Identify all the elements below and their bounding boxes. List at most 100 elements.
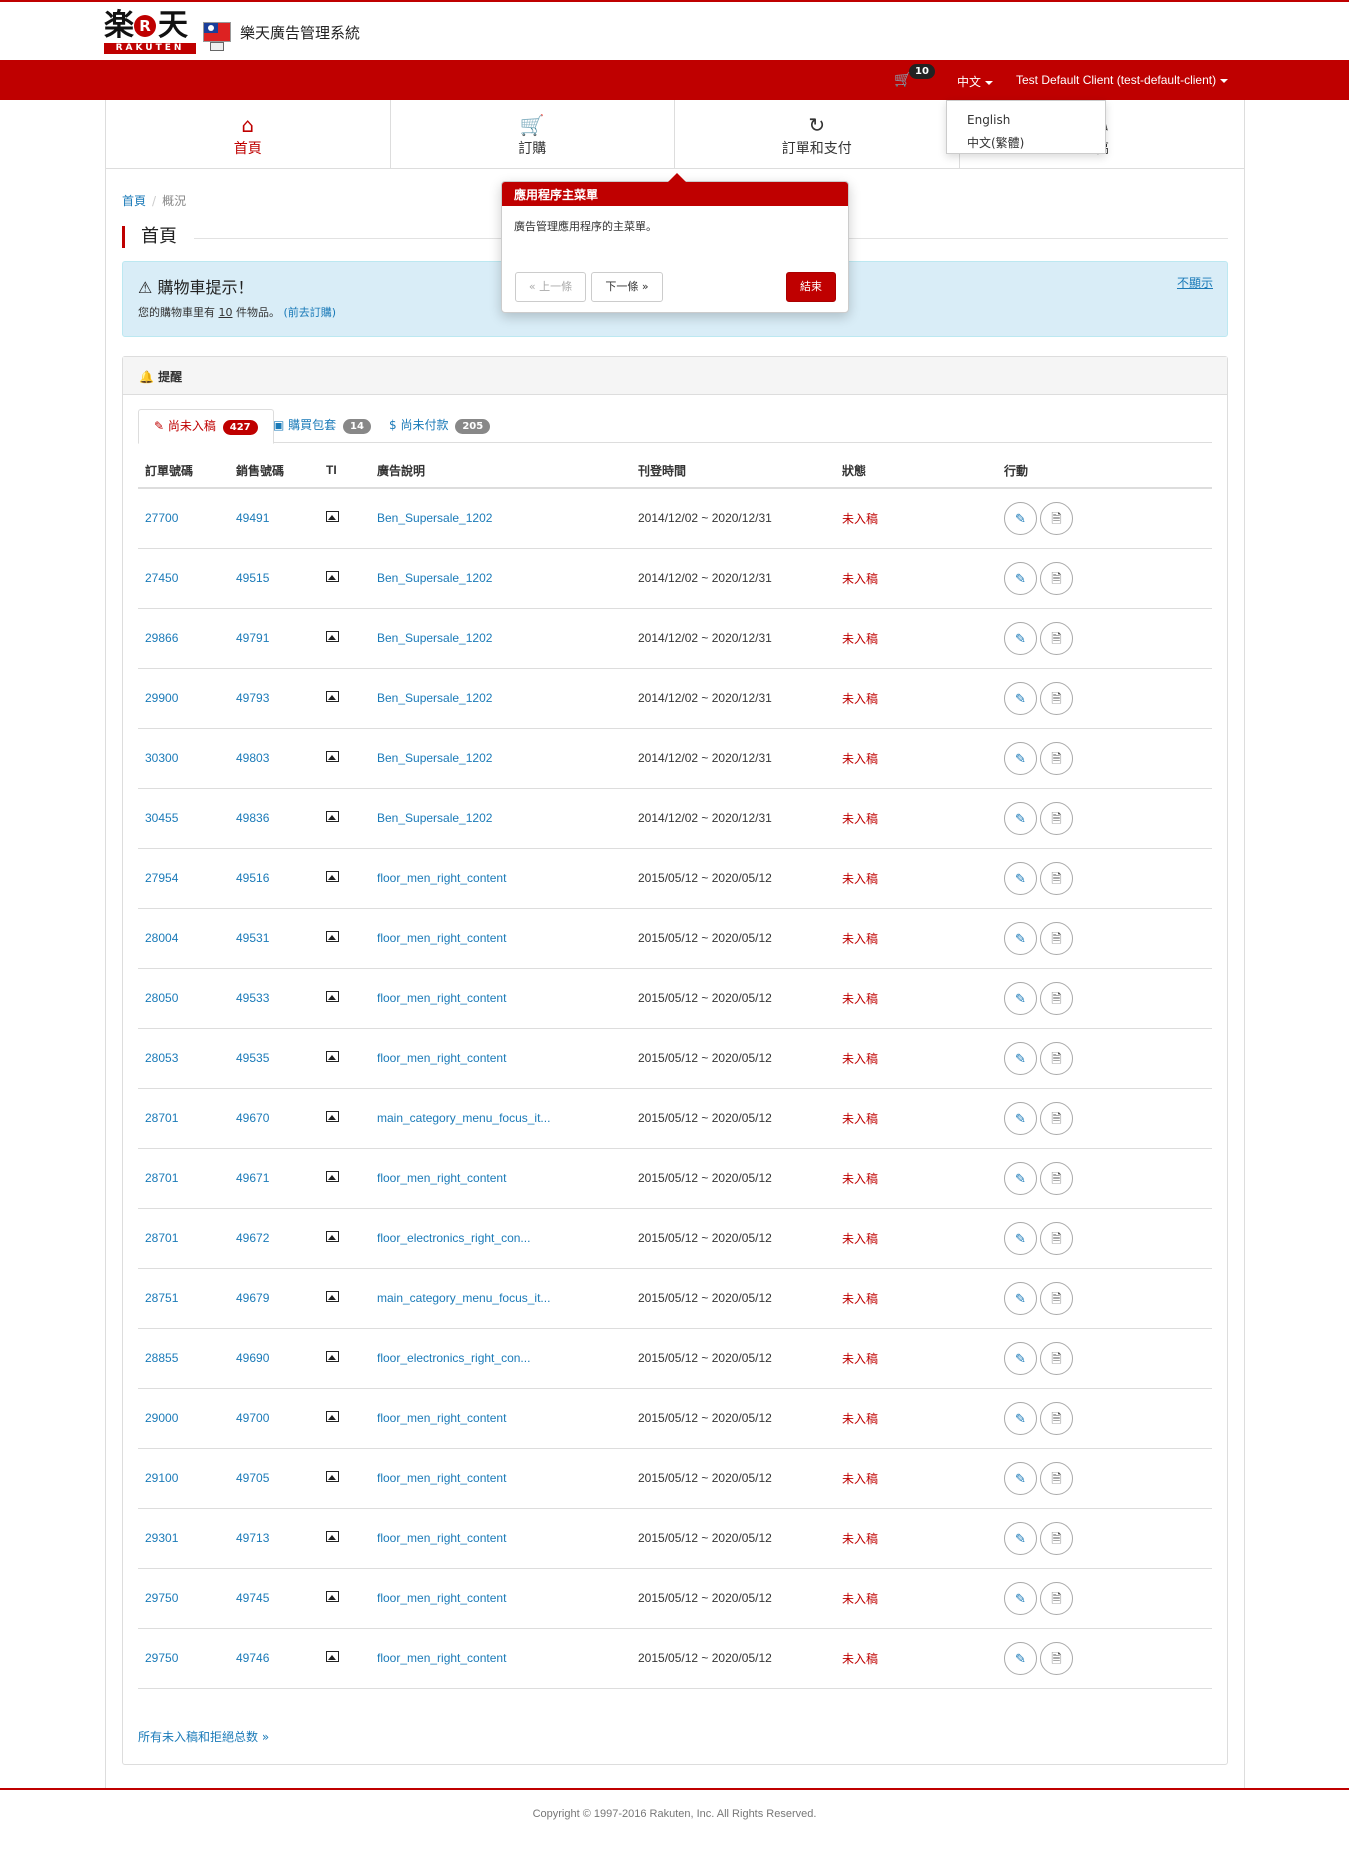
edit-icon[interactable]: ✎ — [1004, 1341, 1037, 1375]
order-number-link[interactable]: 28855 — [145, 1351, 178, 1365]
sales-number-link[interactable]: 49746 — [236, 1651, 269, 1665]
cart-icon[interactable]: 🛒 — [894, 72, 911, 88]
dismiss-alert-link[interactable]: 不顯示 — [1177, 274, 1213, 291]
ad-description-link[interactable]: floor_men_right_content — [377, 931, 506, 945]
edit-icon[interactable]: ✎ — [1004, 561, 1037, 595]
ad-description-link[interactable]: floor_electronics_right_con... — [377, 1231, 530, 1245]
edit-icon[interactable]: ✎ — [1004, 1281, 1037, 1315]
document-icon[interactable]: 🗎 — [1040, 861, 1073, 895]
ad-description-link[interactable]: floor_men_right_content — [377, 1051, 506, 1065]
order-number-link[interactable]: 28050 — [145, 991, 178, 1005]
sales-number-link[interactable]: 49491 — [236, 511, 269, 525]
sales-number-link[interactable]: 49670 — [236, 1111, 269, 1125]
col-period[interactable]: 刊登時間 — [631, 453, 835, 489]
edit-icon[interactable]: ✎ — [1004, 1101, 1037, 1135]
client-dropdown-toggle[interactable]: Test Default Client (test-default-client… — [1016, 73, 1229, 87]
document-icon[interactable]: 🗎 — [1040, 1161, 1073, 1195]
sales-number-link[interactable]: 49793 — [236, 691, 269, 705]
ad-description-link[interactable]: floor_men_right_content — [377, 871, 506, 885]
order-number-link[interactable]: 28701 — [145, 1231, 178, 1245]
sales-number-link[interactable]: 49679 — [236, 1291, 269, 1305]
document-icon[interactable]: 🗎 — [1040, 921, 1073, 955]
document-icon[interactable]: 🗎 — [1040, 1281, 1073, 1315]
sales-number-link[interactable]: 49713 — [236, 1531, 269, 1545]
nav-item-home[interactable]: ⌂ 首頁 — [106, 100, 391, 169]
sales-number-link[interactable]: 49533 — [236, 991, 269, 1005]
edit-icon[interactable]: ✎ — [1004, 1521, 1037, 1555]
ad-description-link[interactable]: Ben_Supersale_1202 — [377, 751, 492, 765]
ad-description-link[interactable]: floor_men_right_content — [377, 1171, 506, 1185]
edit-icon[interactable]: ✎ — [1004, 1461, 1037, 1495]
cart-count-badge[interactable]: 10 — [909, 64, 935, 79]
col-type[interactable]: TI — [319, 453, 370, 489]
order-number-link[interactable]: 29750 — [145, 1591, 178, 1605]
sales-number-link[interactable]: 49705 — [236, 1471, 269, 1485]
sales-number-link[interactable]: 49516 — [236, 871, 269, 885]
ad-description-link[interactable]: Ben_Supersale_1202 — [377, 811, 492, 825]
ad-description-link[interactable]: floor_men_right_content — [377, 1591, 506, 1605]
ad-description-link[interactable]: main_category_menu_focus_it... — [377, 1111, 550, 1125]
sales-number-link[interactable]: 49836 — [236, 811, 269, 825]
sales-number-link[interactable]: 49535 — [236, 1051, 269, 1065]
col-sales-no[interactable]: 銷售號碼 — [229, 453, 319, 489]
document-icon[interactable]: 🗎 — [1040, 1521, 1073, 1555]
order-number-link[interactable]: 29301 — [145, 1531, 178, 1545]
order-number-link[interactable]: 28701 — [145, 1111, 178, 1125]
edit-icon[interactable]: ✎ — [1004, 1161, 1037, 1195]
edit-icon[interactable]: ✎ — [1004, 1581, 1037, 1615]
document-icon[interactable]: 🗎 — [1040, 1041, 1073, 1075]
sales-number-link[interactable]: 49672 — [236, 1231, 269, 1245]
document-icon[interactable]: 🗎 — [1040, 1581, 1073, 1615]
nav-item-order[interactable]: 🛒 訂購 — [391, 100, 675, 169]
document-icon[interactable]: 🗎 — [1040, 681, 1073, 715]
document-icon[interactable]: 🗎 — [1040, 1641, 1073, 1675]
document-icon[interactable]: 🗎 — [1040, 501, 1073, 535]
order-number-link[interactable]: 29866 — [145, 631, 178, 645]
sales-number-link[interactable]: 49803 — [236, 751, 269, 765]
edit-icon[interactable]: ✎ — [1004, 1641, 1037, 1675]
tab-not-submitted[interactable]: ✎ 尚未入稿 427 — [138, 409, 274, 444]
order-number-link[interactable]: 30455 — [145, 811, 178, 825]
edit-icon[interactable]: ✎ — [1004, 1041, 1037, 1075]
document-icon[interactable]: 🗎 — [1040, 1401, 1073, 1435]
order-number-link[interactable]: 28751 — [145, 1291, 178, 1305]
col-status[interactable]: 狀態 — [835, 453, 997, 489]
edit-icon[interactable]: ✎ — [1004, 981, 1037, 1015]
tab-packages[interactable]: ▣ 購買包套 14 — [258, 409, 386, 443]
go-order-link[interactable]: (前去訂購) — [284, 306, 337, 319]
document-icon[interactable]: 🗎 — [1040, 621, 1073, 655]
ad-description-link[interactable]: Ben_Supersale_1202 — [377, 691, 492, 705]
edit-icon[interactable]: ✎ — [1004, 621, 1037, 655]
order-number-link[interactable]: 27450 — [145, 571, 178, 585]
document-icon[interactable]: 🗎 — [1040, 561, 1073, 595]
edit-icon[interactable]: ✎ — [1004, 1401, 1037, 1435]
order-number-link[interactable]: 28004 — [145, 931, 178, 945]
order-number-link[interactable]: 29000 — [145, 1411, 178, 1425]
tab-unpaid[interactable]: $ 尚未付款 205 — [374, 409, 505, 443]
nav-item-orders-payments[interactable]: ↻ 訂單和支付 — [675, 100, 960, 169]
ad-description-link[interactable]: main_category_menu_focus_it... — [377, 1291, 550, 1305]
order-number-link[interactable]: 28701 — [145, 1171, 178, 1185]
ad-description-link[interactable]: floor_men_right_content — [377, 1471, 506, 1485]
sales-number-link[interactable]: 49515 — [236, 571, 269, 585]
order-number-link[interactable]: 30300 — [145, 751, 178, 765]
language-option-chinese[interactable]: 中文(繁體) — [947, 132, 1105, 155]
sales-number-link[interactable]: 49700 — [236, 1411, 269, 1425]
ad-description-link[interactable]: floor_men_right_content — [377, 991, 506, 1005]
order-number-link[interactable]: 29900 — [145, 691, 178, 705]
sales-number-link[interactable]: 49791 — [236, 631, 269, 645]
ad-description-link[interactable]: floor_electronics_right_con... — [377, 1351, 530, 1365]
document-icon[interactable]: 🗎 — [1040, 1341, 1073, 1375]
order-number-link[interactable]: 27954 — [145, 871, 178, 885]
edit-icon[interactable]: ✎ — [1004, 801, 1037, 835]
edit-icon[interactable]: ✎ — [1004, 501, 1037, 535]
document-icon[interactable]: 🗎 — [1040, 1221, 1073, 1255]
document-icon[interactable]: 🗎 — [1040, 1101, 1073, 1135]
tour-next-button[interactable]: 下一條 » — [591, 272, 663, 302]
order-number-link[interactable]: 27700 — [145, 511, 178, 525]
col-order-no[interactable]: 訂單號碼 — [138, 453, 229, 489]
tour-end-button[interactable]: 結束 — [786, 272, 836, 302]
document-icon[interactable]: 🗎 — [1040, 981, 1073, 1015]
edit-icon[interactable]: ✎ — [1004, 861, 1037, 895]
language-option-english[interactable]: English — [947, 109, 1105, 132]
